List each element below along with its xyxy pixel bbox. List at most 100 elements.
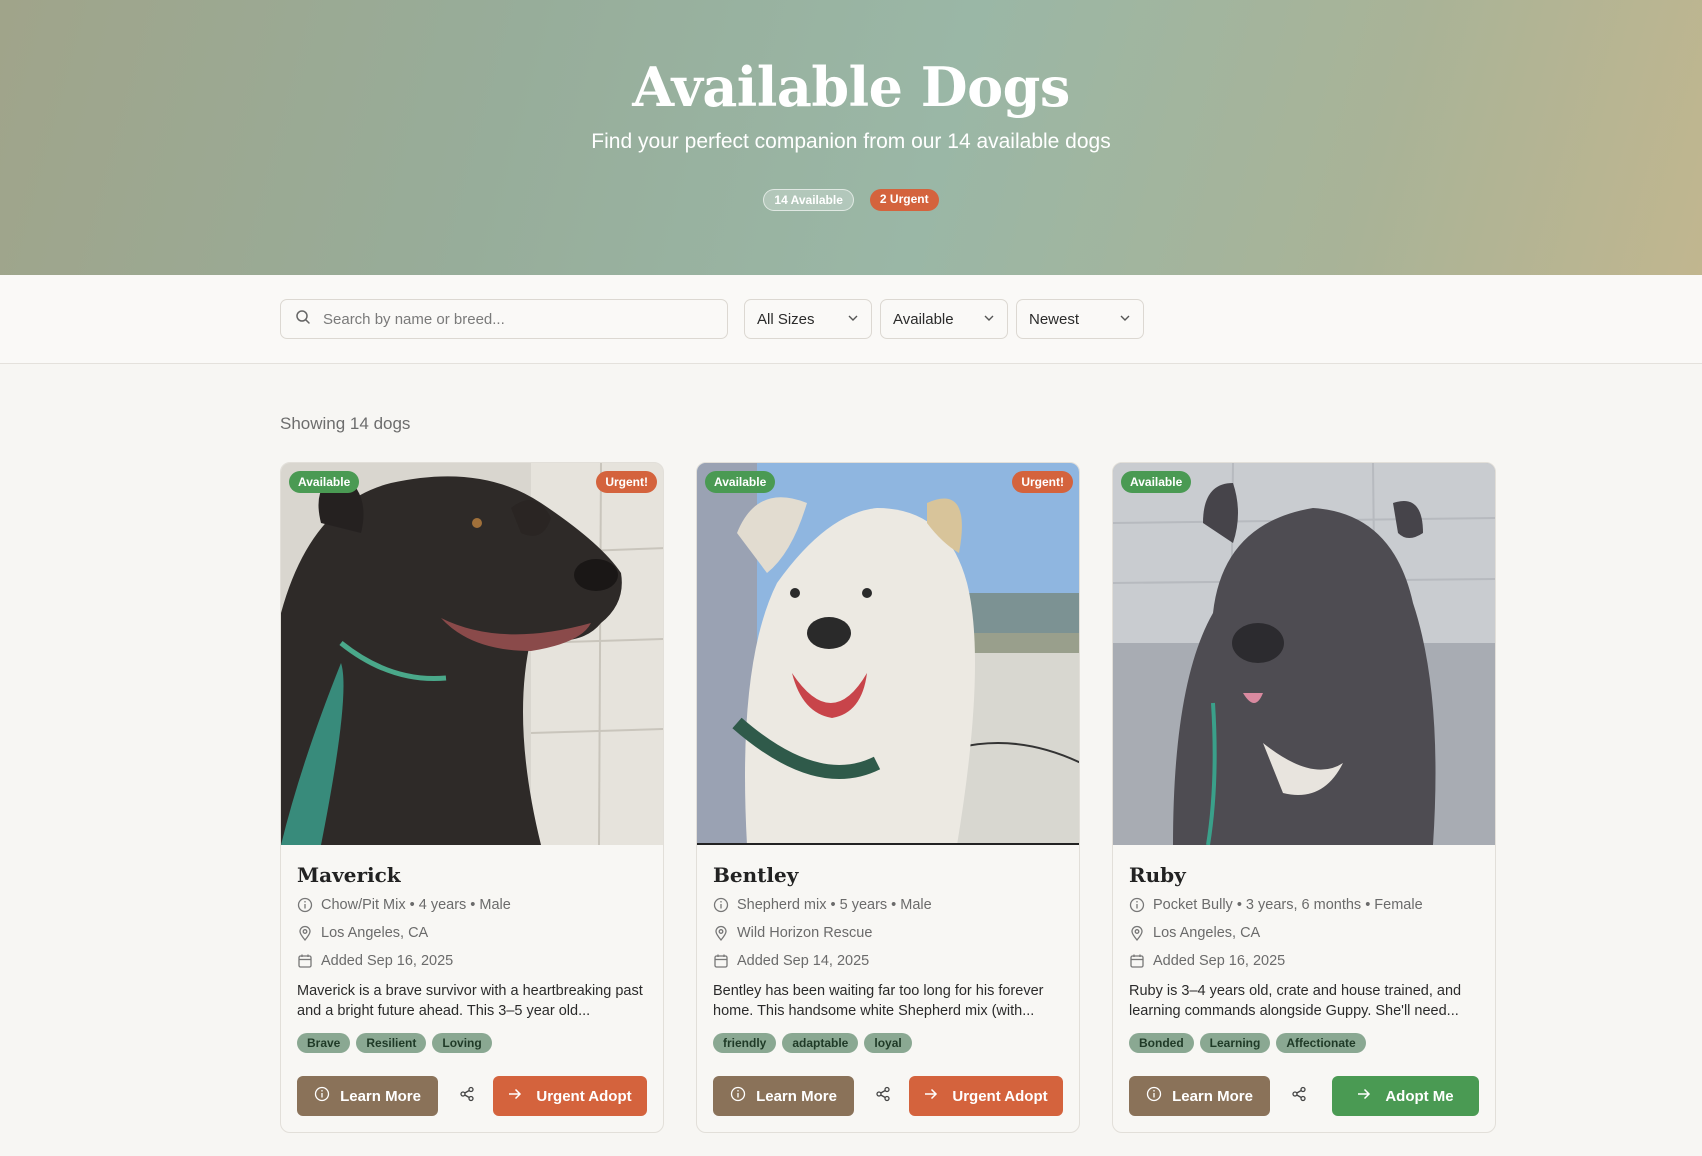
learn-more-button[interactable]: Learn More (1129, 1076, 1270, 1116)
urgent-adopt-button[interactable]: Urgent Adopt (493, 1076, 647, 1116)
calendar-icon (297, 953, 313, 969)
page-title: Available Dogs (632, 55, 1070, 119)
urgent-adopt-button[interactable]: Urgent Adopt (909, 1076, 1063, 1116)
search-input[interactable] (323, 310, 703, 328)
hero-badges: 14 Available 2 Urgent (0, 189, 1702, 211)
dog-info-text: Pocket Bully • 3 years, 6 months • Femal… (1153, 897, 1423, 913)
dog-location-text: Los Angeles, CA (1153, 925, 1261, 941)
info-icon (314, 1086, 330, 1106)
dog-info: Shepherd mix • 5 years • Male (713, 891, 1063, 919)
dog-name: Ruby (1129, 863, 1186, 887)
sort-select[interactable]: Newest (1016, 299, 1144, 339)
dog-added-text: Added Sep 16, 2025 (321, 953, 454, 969)
info-icon (730, 1086, 746, 1106)
arrow-right-icon (1357, 1087, 1371, 1105)
dog-location: Wild Horizon Rescue (713, 919, 1063, 947)
available-count-badge: 14 Available (763, 189, 854, 211)
urgent-badge: Urgent! (596, 471, 657, 493)
chevron-down-icon (1119, 311, 1131, 328)
sort-select-value: Newest (1029, 310, 1080, 328)
dog-card: Available Urgent! Bentley Shepherd mix •… (696, 462, 1080, 1133)
dog-added-text: Added Sep 14, 2025 (737, 953, 870, 969)
card-actions: Learn More Urgent Adopt (713, 1076, 1063, 1116)
trait-tag: Brave (297, 1033, 351, 1053)
trait-list: Brave Resilient Loving (297, 1033, 647, 1053)
arrow-right-icon (508, 1087, 522, 1105)
share-icon (875, 1086, 891, 1107)
dog-name: Bentley (713, 863, 799, 887)
status-badge: Available (289, 471, 360, 493)
learn-more-button[interactable]: Learn More (297, 1076, 438, 1116)
dog-info-text: Shepherd mix • 5 years • Male (737, 897, 932, 913)
location-pin-icon (713, 925, 729, 941)
dog-card: Available Ruby Pocket Bully • 3 years, 6… (1112, 462, 1496, 1133)
chevron-down-icon (847, 311, 859, 328)
dog-photo[interactable]: Available Urgent! (697, 463, 1079, 845)
search-box[interactable] (280, 299, 728, 339)
info-icon (297, 897, 313, 913)
trait-tag: Loving (432, 1033, 492, 1053)
info-icon (1146, 1086, 1162, 1106)
location-pin-icon (1129, 925, 1145, 941)
trait-list: Bonded Learning Affectionate (1129, 1033, 1479, 1053)
dog-added: Added Sep 14, 2025 (713, 947, 1063, 975)
share-icon (459, 1086, 475, 1107)
trait-list: friendly adaptable loyal (713, 1033, 1063, 1053)
share-button[interactable] (1287, 1084, 1311, 1108)
trait-tag: friendly (713, 1033, 777, 1053)
card-actions: Learn More Urgent Adopt (297, 1076, 647, 1116)
dog-added-text: Added Sep 16, 2025 (1153, 953, 1286, 969)
status-badge: Available (1121, 471, 1192, 493)
dog-location: Los Angeles, CA (1129, 919, 1479, 947)
chevron-down-icon (983, 311, 995, 328)
learn-more-label: Learn More (340, 1087, 421, 1105)
results-count: Showing 14 dogs (280, 414, 411, 433)
adopt-label: Urgent Adopt (952, 1087, 1048, 1105)
card-actions: Learn More Adopt Me (1129, 1076, 1479, 1116)
trait-tag: Resilient (356, 1033, 427, 1053)
trait-tag: Bonded (1129, 1033, 1194, 1053)
share-icon (1291, 1086, 1307, 1107)
page-subtitle: Find your perfect companion from our 14 … (591, 130, 1111, 153)
filter-bar: All Sizes Available Newest (0, 275, 1702, 364)
adopt-label: Adopt Me (1385, 1087, 1454, 1105)
dog-location-text: Los Angeles, CA (321, 925, 429, 941)
dog-info-text: Chow/Pit Mix • 4 years • Male (321, 897, 511, 913)
trait-tag: adaptable (782, 1033, 859, 1053)
dog-added: Added Sep 16, 2025 (297, 947, 647, 975)
learn-more-label: Learn More (756, 1087, 837, 1105)
dog-info: Chow/Pit Mix • 4 years • Male (297, 891, 647, 919)
status-badge: Available (705, 471, 776, 493)
adopt-me-button[interactable]: Adopt Me (1332, 1076, 1479, 1116)
learn-more-label: Learn More (1172, 1087, 1253, 1105)
trait-tag: Learning (1199, 1033, 1271, 1053)
learn-more-button[interactable]: Learn More (713, 1076, 854, 1116)
status-select-value: Available (893, 310, 954, 328)
trait-tag: Affectionate (1276, 1033, 1366, 1053)
dog-description: Bentley has been waiting far too long fo… (713, 983, 1044, 1019)
dog-photo[interactable]: Available (1113, 463, 1495, 845)
dog-location: Los Angeles, CA (297, 919, 647, 947)
size-select[interactable]: All Sizes (744, 299, 872, 339)
dog-info: Pocket Bully • 3 years, 6 months • Femal… (1129, 891, 1479, 919)
dog-name: Maverick (297, 863, 401, 887)
dog-card: Available Urgent! Maverick Chow/Pit Mix … (280, 462, 664, 1133)
info-icon (1129, 897, 1145, 913)
share-button[interactable] (871, 1084, 895, 1108)
size-select-value: All Sizes (757, 310, 815, 328)
location-pin-icon (297, 925, 313, 941)
urgent-badge: Urgent! (1012, 471, 1073, 493)
share-button[interactable] (455, 1084, 479, 1108)
calendar-icon (713, 953, 729, 969)
dog-photo[interactable]: Available Urgent! (281, 463, 663, 845)
status-select[interactable]: Available (880, 299, 1008, 339)
dog-added: Added Sep 16, 2025 (1129, 947, 1479, 975)
dog-location-text: Wild Horizon Rescue (737, 925, 873, 941)
hero-banner: Available Dogs Find your perfect compani… (0, 0, 1702, 275)
urgent-count-badge: 2 Urgent (869, 189, 939, 211)
dog-description: Ruby is 3–4 years old, crate and house t… (1129, 983, 1462, 1019)
adopt-label: Urgent Adopt (536, 1087, 632, 1105)
info-icon (713, 897, 729, 913)
search-icon (295, 309, 311, 330)
calendar-icon (1129, 953, 1145, 969)
